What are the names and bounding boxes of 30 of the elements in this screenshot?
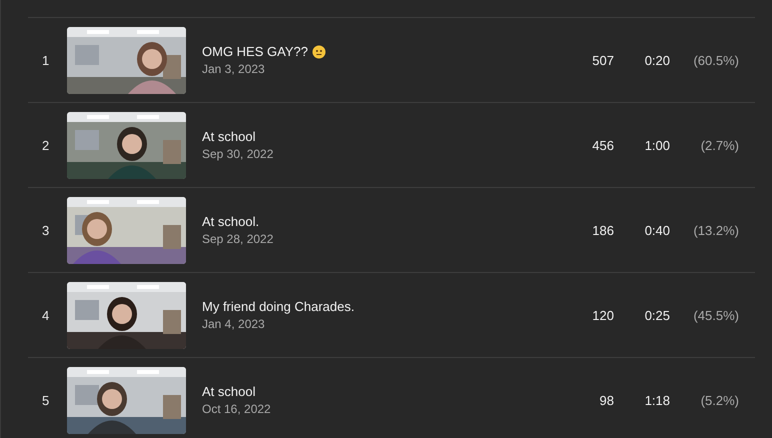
video-title[interactable]: My friend doing Charades. — [202, 299, 354, 314]
publish-date: Oct 16, 2022 — [202, 402, 272, 416]
view-duration: 1:18 — [644, 392, 670, 408]
view-percentage: (2.7%) — [700, 138, 740, 152]
row-number: 2 — [41, 138, 50, 152]
view-percentage: (5.2%) — [700, 392, 740, 408]
views-count: 456 — [591, 138, 614, 152]
view-percentage: (60.5%) — [692, 52, 740, 68]
view-percentage: (13.2%) — [692, 222, 740, 238]
views-count: 507 — [591, 52, 614, 68]
video-title[interactable]: At school — [202, 129, 256, 144]
view-percentage: (45.5%) — [692, 308, 740, 322]
publish-date: Sep 30, 2022 — [202, 147, 274, 161]
view-duration: 0:25 — [644, 308, 670, 322]
row-number: 5 — [41, 392, 50, 408]
video-title[interactable]: At school. — [202, 214, 260, 229]
views-count: 98 — [598, 392, 614, 408]
video-title[interactable]: OMG HES GAY?? — [202, 44, 308, 59]
publish-date: Sep 28, 2022 — [202, 232, 274, 246]
views-count: 120 — [591, 308, 614, 322]
row-number: 3 — [41, 222, 50, 238]
row-number: 1 — [41, 52, 50, 68]
views-count: 186 — [591, 222, 614, 238]
view-duration: 0:20 — [644, 52, 670, 68]
publish-date: Jan 4, 2023 — [202, 317, 266, 331]
row-number: 4 — [41, 308, 50, 322]
view-duration: 0:40 — [644, 222, 670, 238]
view-duration: 1:00 — [644, 138, 670, 152]
video-title[interactable]: At school — [202, 384, 256, 399]
publish-date: Jan 3, 2023 — [202, 62, 266, 76]
